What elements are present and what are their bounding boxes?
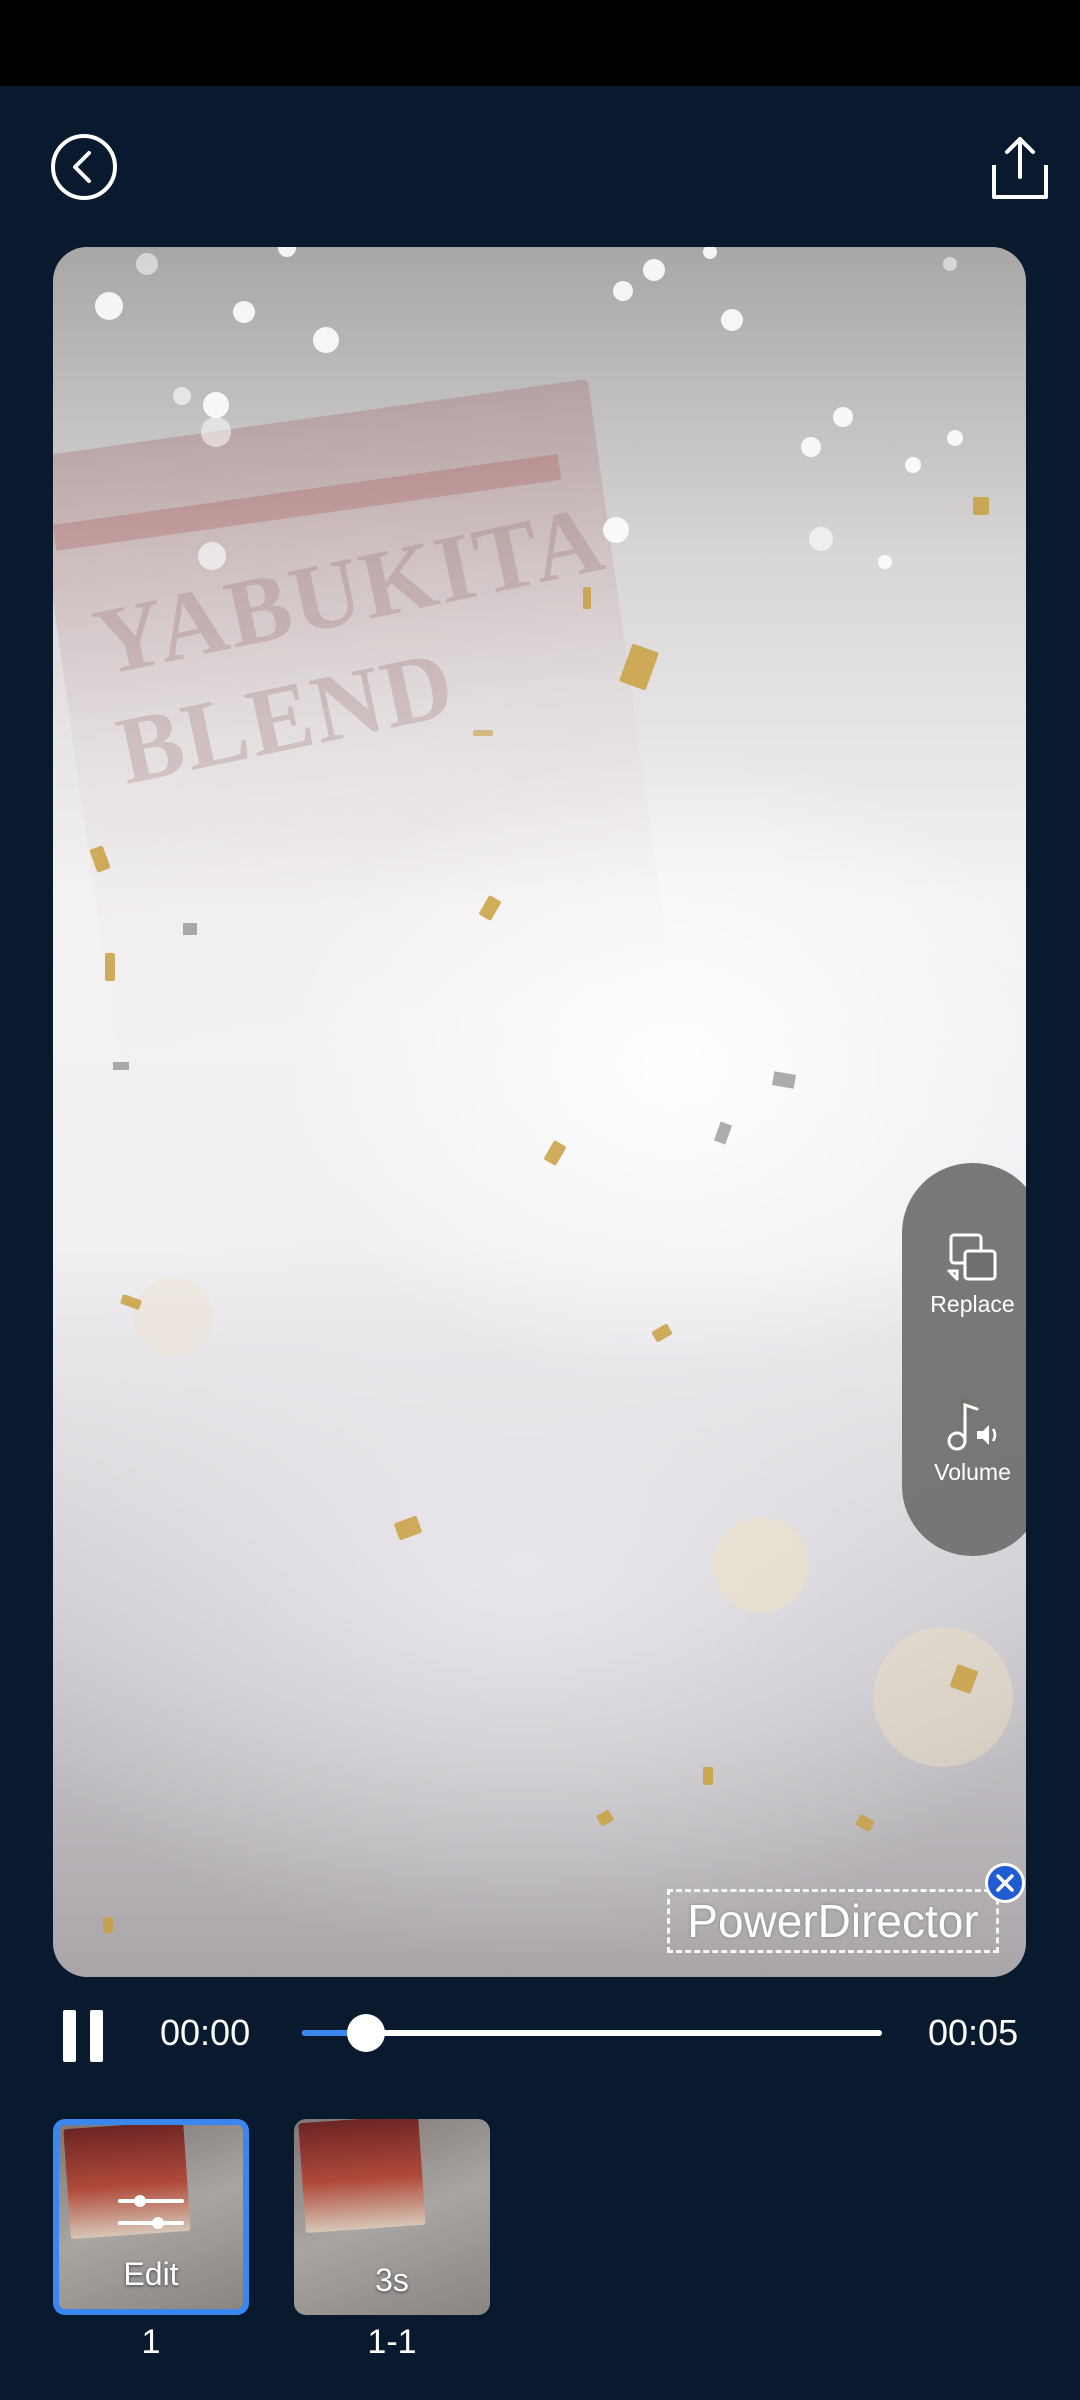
total-time: 00:05 <box>928 2012 1019 2053</box>
clip-number-2: 1-1 <box>367 2323 417 2361</box>
chevron-left-circle-icon <box>51 134 117 200</box>
share-upload-icon <box>992 137 1048 199</box>
clip-thumbnail-2[interactable]: 3s <box>294 2119 490 2315</box>
replace-button[interactable]: Replace <box>902 1231 1026 1361</box>
volume-button[interactable]: Volume <box>902 1399 1026 1529</box>
back-button[interactable] <box>50 133 118 201</box>
clip-thumbnail-1[interactable]: Edit <box>53 2119 249 2315</box>
pause-icon <box>63 2010 76 2062</box>
share-button[interactable] <box>990 135 1050 201</box>
current-time: 00:00 <box>160 2012 251 2053</box>
status-bar <box>0 0 1080 86</box>
clip-edit-label: Edit <box>123 2256 179 2292</box>
playback-slider-thumb[interactable] <box>346 2014 385 2052</box>
pause-button[interactable] <box>63 2010 107 2062</box>
tea-package-image: YABUKITA BLEND <box>53 379 694 1210</box>
watermark[interactable]: PowerDirector <box>667 1889 999 1953</box>
clip-number-1: 1 <box>141 2323 161 2361</box>
music-volume-icon <box>947 1402 996 1451</box>
playback-slider[interactable] <box>302 2014 882 2052</box>
volume-label: Volume <box>934 1459 1011 1485</box>
replace-label: Replace <box>930 1291 1015 1317</box>
side-action-panel: Replace Volume <box>902 1163 1026 1556</box>
close-icon <box>996 1874 1014 1892</box>
replace-media-icon <box>947 1233 996 1281</box>
watermark-close-button[interactable] <box>985 1863 1025 1903</box>
video-preview[interactable]: YABUKITA BLEND Replace Volume <box>53 247 1026 1977</box>
clip-duration-label: 3s <box>375 2262 409 2298</box>
sliders-icon <box>118 2195 184 2229</box>
